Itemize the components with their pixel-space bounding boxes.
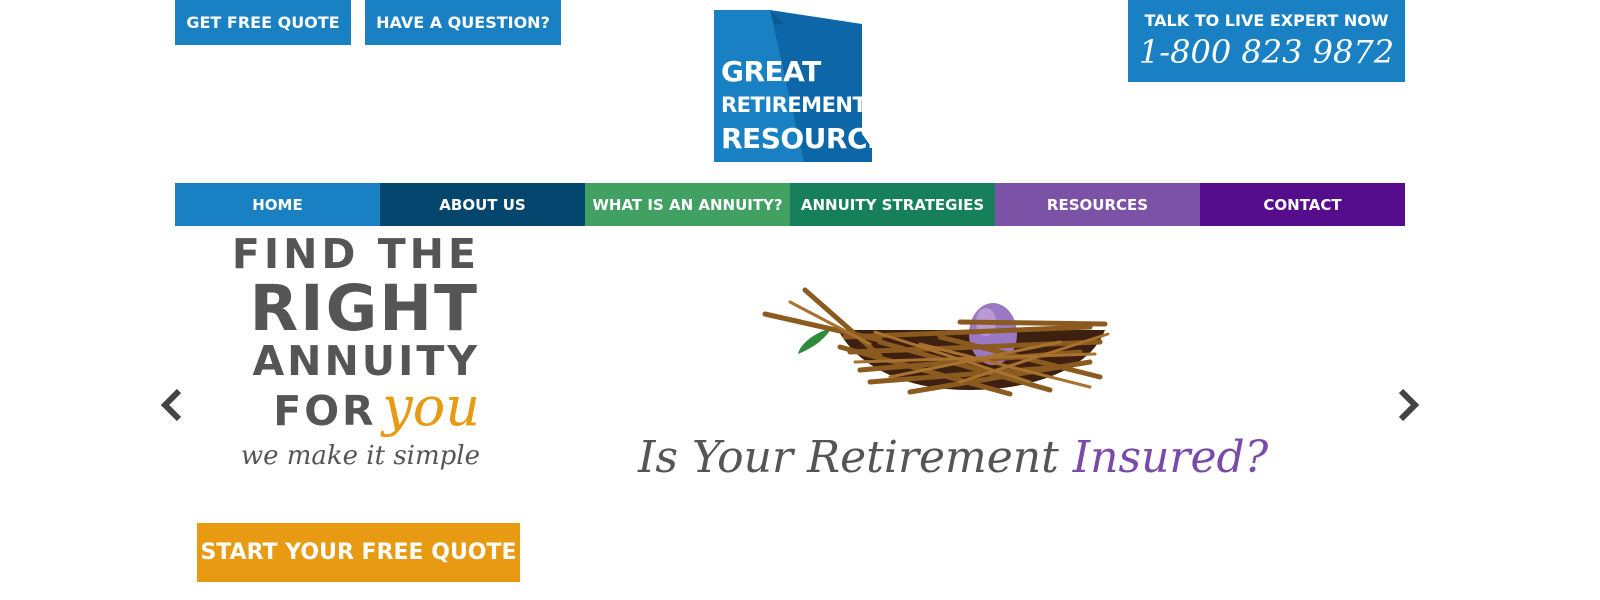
hero-question-accent: Insured? (1072, 432, 1269, 483)
live-expert-label: TALK TO LIVE EXPERT NOW (1144, 11, 1389, 30)
hero-tagline: we make it simple (240, 441, 480, 471)
nav-item-resources[interactable]: RESOURCES (995, 183, 1200, 226)
nest-egg-illustration (760, 282, 1120, 407)
have-a-question-button[interactable]: HAVE A QUESTION? (365, 0, 561, 45)
logo-line-great: GREAT (721, 55, 821, 88)
phone-number[interactable]: 1-800 823 9872 (1128, 33, 1405, 71)
hero-question: Is Your Retirement Insured? (638, 432, 1268, 483)
chevron-right-icon[interactable] (1393, 388, 1423, 422)
hero-word-you: you (382, 375, 480, 438)
site-logo[interactable]: GREAT RETIREMENT RESOURCES (714, 10, 906, 162)
main-nav: HOME ABOUT US WHAT IS AN ANNUITY? ANNUIT… (175, 183, 1405, 226)
nav-item-contact[interactable]: CONTACT (1200, 183, 1405, 226)
hero-question-text: Is Your Retirement (638, 432, 1059, 483)
nav-item-about-us[interactable]: ABOUT US (380, 183, 585, 226)
start-free-quote-button[interactable]: START YOUR FREE QUOTE (197, 523, 520, 582)
nav-item-annuity-strategies[interactable]: ANNUITY STRATEGIES (790, 183, 995, 226)
chevron-left-icon[interactable] (157, 388, 187, 422)
logo-line-retirement: RETIREMENT (721, 93, 867, 117)
live-expert-call-box[interactable]: TALK TO LIVE EXPERT NOW 1-800 823 9872 (1128, 0, 1405, 82)
nav-item-home[interactable]: HOME (175, 183, 380, 226)
hero-line-for-you: FOR you (273, 380, 480, 434)
nav-item-what-is-an-annuity[interactable]: WHAT IS AN ANNUITY? (585, 183, 790, 226)
get-free-quote-button[interactable]: GET FREE QUOTE (175, 0, 351, 45)
hero-word-for: FOR (273, 387, 377, 435)
logo-line-resources: RESOURCES (721, 122, 906, 155)
hero-line-find-the: FIND THE (231, 230, 480, 278)
hero-line-right: RIGHT (249, 272, 479, 345)
